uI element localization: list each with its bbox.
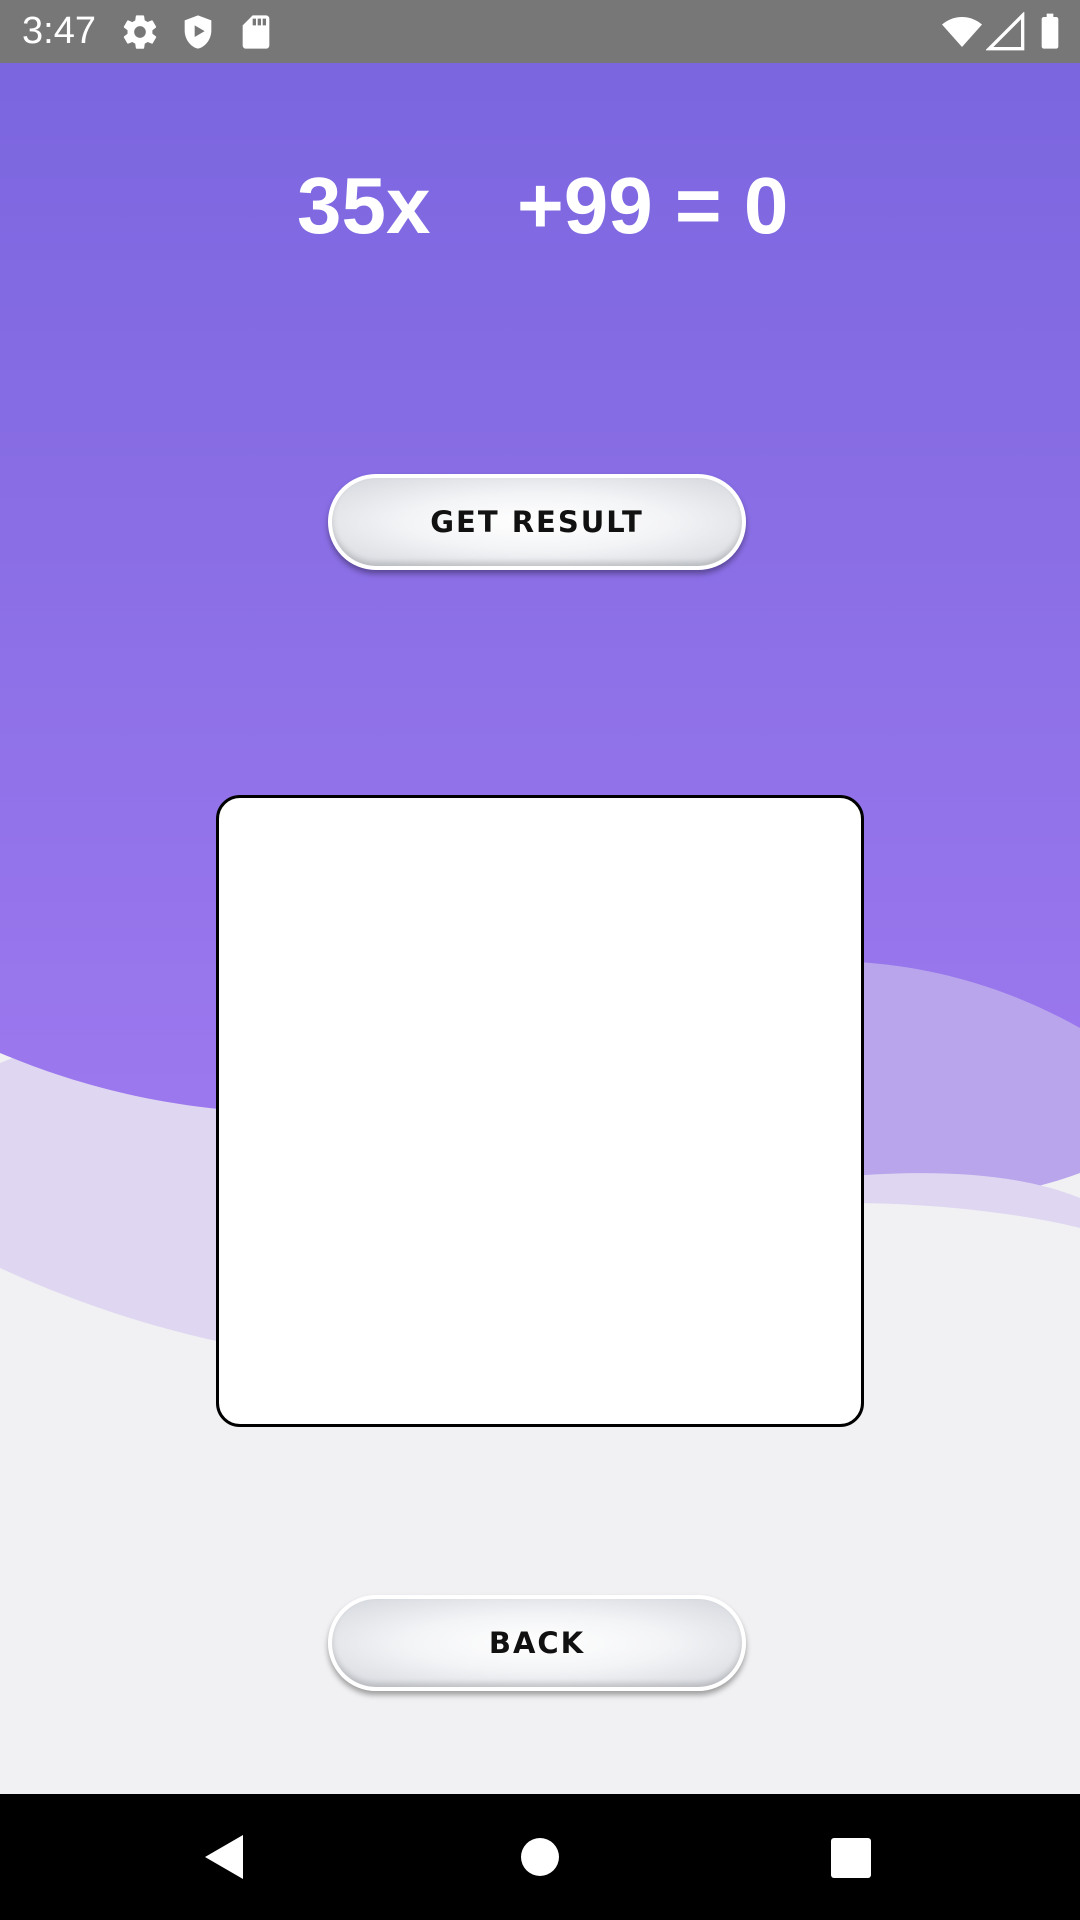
equation: 35x +99 = 0 [0, 160, 1080, 260]
home-circle-icon[interactable] [510, 1827, 570, 1887]
status-time: 3:47 [22, 10, 96, 52]
wifi-icon [942, 12, 982, 52]
recents-square-icon[interactable] [820, 1827, 880, 1887]
result-box [216, 795, 864, 1427]
battery-icon [1030, 12, 1070, 52]
get-result-button[interactable]: GET RESULT [328, 474, 746, 570]
sd-card-icon [236, 12, 276, 52]
equation-right: +99 = 0 [517, 161, 789, 250]
equation-left: 35x [297, 161, 431, 250]
back-triangle-icon[interactable] [195, 1827, 255, 1887]
status-bar: 3:47 [0, 0, 1080, 63]
shield-icon [178, 12, 218, 52]
gear-icon [120, 12, 160, 52]
back-button[interactable]: BACK [328, 1595, 746, 1691]
get-result-label: GET RESULT [430, 505, 644, 539]
navigation-bar [0, 1794, 1080, 1920]
back-label: BACK [488, 1626, 586, 1660]
signal-icon [985, 11, 1026, 52]
